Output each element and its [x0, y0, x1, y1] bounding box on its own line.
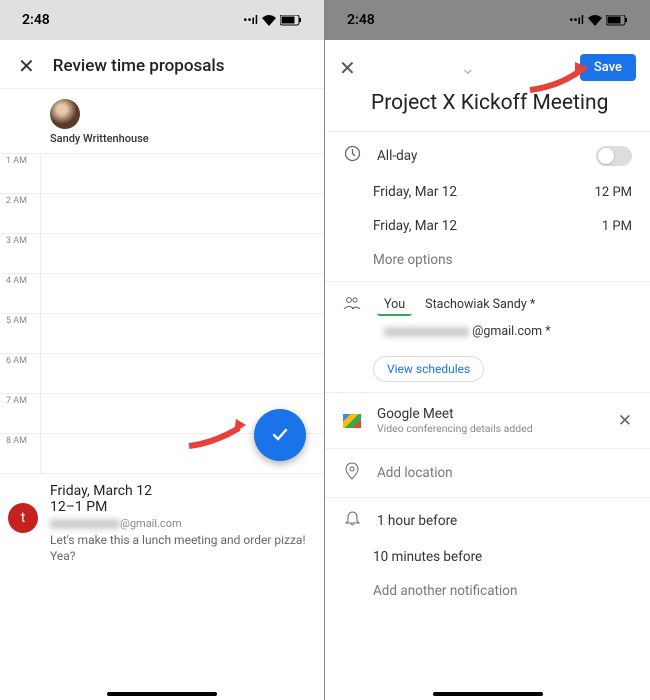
checkmark-icon: [269, 424, 291, 446]
proposal-time: 12–1 PM: [50, 499, 310, 515]
end-time-row[interactable]: Friday, Mar 12 1 PM: [325, 209, 650, 243]
confirm-fab[interactable]: [254, 409, 306, 461]
status-bar: 2:48 ••ıl: [325, 0, 650, 40]
location-icon: [343, 462, 361, 484]
attendee-name: Sandy Writtenhouse: [50, 132, 149, 145]
status-icons: ••ıl: [569, 13, 628, 27]
meet-title: Google Meet: [377, 406, 602, 422]
organizer-badge: t: [8, 503, 38, 533]
proposal-card[interactable]: t Friday, March 12 12–1 PM @gmail.com Le…: [0, 473, 324, 624]
clock-icon: [343, 145, 361, 166]
hour-label: 3 AM: [0, 234, 40, 273]
page-title: Review time proposals: [53, 56, 225, 76]
status-time: 2:48: [22, 12, 50, 28]
chip-attendee[interactable]: Stachowiak Sandy *: [418, 295, 542, 316]
hour-label: 2 AM: [0, 194, 40, 233]
notification-row[interactable]: 10 minutes before: [325, 540, 650, 574]
review-header: ✕ Review time proposals: [0, 40, 324, 88]
people-icon: [343, 295, 361, 314]
annotation-arrow: [525, 58, 595, 102]
edit-event-sheet: ✕ ⌄ Save Project X Kickoff Meeting All-d…: [325, 44, 650, 700]
close-icon[interactable]: ✕: [18, 54, 35, 78]
hour-label: 7 AM: [0, 394, 40, 433]
end-time[interactable]: 1 PM: [602, 219, 632, 234]
start-time[interactable]: 12 PM: [595, 185, 632, 200]
status-bar: 2:48 ••ıl: [0, 0, 324, 40]
notification-row[interactable]: 1 hour before: [325, 502, 650, 540]
avatar: [50, 99, 80, 129]
attendee: Sandy Writtenhouse: [0, 89, 324, 153]
people-row[interactable]: You Stachowiak Sandy * @gmail.com *: [325, 286, 650, 350]
annotation-arrow: [184, 411, 254, 455]
hour-label: 1 AM: [0, 154, 40, 193]
status-icons: ••ıl: [243, 13, 302, 27]
hour-label: 5 AM: [0, 314, 40, 353]
proposal-note: Let's make this a lunch meeting and orde…: [50, 533, 310, 564]
notification-label[interactable]: 10 minutes before: [373, 549, 632, 565]
meet-subtitle: Video conferencing details added: [377, 422, 602, 435]
add-notification-label[interactable]: Add another notification: [373, 583, 632, 599]
calendar-grid[interactable]: 1 AM 2 AM 3 AM 4 AM 5 AM 6 AM 7 AM 8 AM: [0, 153, 324, 473]
status-time: 2:48: [347, 12, 375, 28]
remove-meet-icon[interactable]: ✕: [618, 411, 632, 431]
google-meet-icon: [343, 414, 361, 428]
location-label[interactable]: Add location: [377, 465, 632, 481]
drag-handle-icon[interactable]: ⌄: [454, 66, 482, 70]
allday-row: All-day: [325, 136, 650, 175]
event-title[interactable]: Project X Kickoff Meeting: [325, 87, 650, 127]
allday-label: All-day: [377, 148, 580, 164]
end-day[interactable]: Friday, Mar 12: [373, 218, 586, 234]
proposal-day: Friday, March 12: [50, 483, 310, 499]
notification-label[interactable]: 1 hour before: [377, 513, 632, 529]
location-row[interactable]: Add location: [325, 453, 650, 493]
close-icon[interactable]: ✕: [339, 56, 356, 80]
hour-label: 4 AM: [0, 274, 40, 313]
hour-label: 8 AM: [0, 434, 40, 473]
start-time-row[interactable]: Friday, Mar 12 12 PM: [325, 175, 650, 209]
add-notification-row[interactable]: Add another notification: [325, 574, 650, 608]
proposal-email: @gmail.com: [50, 517, 310, 530]
bell-icon: [343, 511, 361, 531]
hour-label: 6 AM: [0, 354, 40, 393]
chip-you[interactable]: You: [377, 295, 412, 316]
more-options-row[interactable]: More options: [325, 243, 650, 277]
allday-toggle[interactable]: [596, 146, 632, 166]
google-meet-row[interactable]: Google Meet Video conferencing details a…: [325, 397, 650, 444]
chip-attendee[interactable]: @gmail.com *: [377, 322, 558, 341]
home-indicator[interactable]: [433, 692, 543, 696]
view-schedules-button[interactable]: View schedules: [373, 356, 484, 382]
start-day[interactable]: Friday, Mar 12: [373, 184, 579, 200]
home-indicator[interactable]: [107, 692, 217, 696]
more-options-label[interactable]: More options: [373, 252, 632, 268]
